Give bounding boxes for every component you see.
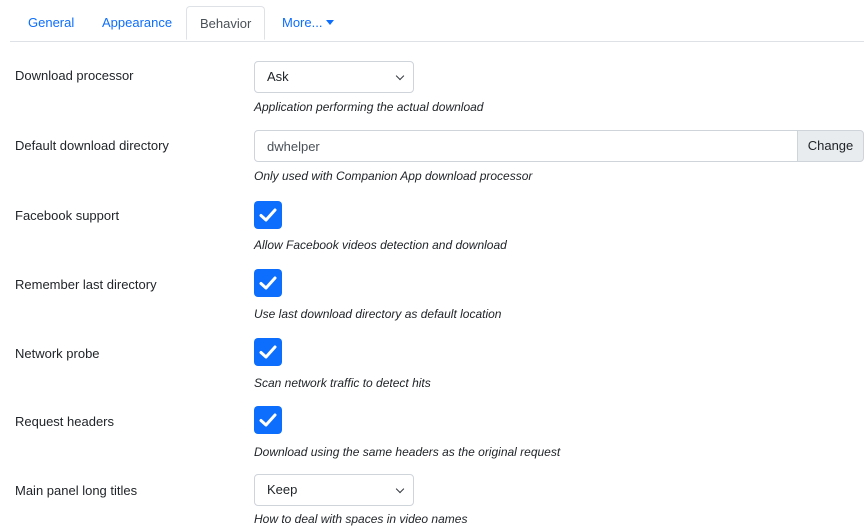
checkmark-icon bbox=[259, 345, 277, 359]
network-probe-checkbox[interactable] bbox=[254, 338, 282, 366]
request-headers-checkbox[interactable] bbox=[254, 406, 282, 434]
tab-more-label: More... bbox=[282, 15, 323, 30]
checkmark-icon bbox=[259, 276, 277, 290]
download-processor-select[interactable]: Ask bbox=[254, 61, 414, 93]
change-directory-button[interactable]: Change bbox=[797, 130, 864, 162]
default-directory-help: Only used with Companion App download pr… bbox=[254, 169, 533, 183]
tab-general[interactable]: General bbox=[28, 6, 74, 40]
default-directory-input[interactable] bbox=[254, 130, 798, 162]
main-panel-long-titles-select[interactable]: Keep bbox=[254, 474, 414, 506]
remember-last-directory-help: Use last download directory as default l… bbox=[254, 307, 502, 321]
settings-tabs: General Appearance Behavior More... bbox=[10, 6, 864, 42]
main-panel-long-titles-value: Keep bbox=[267, 482, 298, 497]
main-panel-long-titles-label: Main panel long titles bbox=[15, 483, 138, 498]
tab-behavior-label: Behavior bbox=[200, 16, 252, 31]
facebook-support-help: Allow Facebook videos detection and down… bbox=[254, 238, 507, 252]
facebook-support-checkbox[interactable] bbox=[254, 201, 282, 229]
facebook-support-label: Facebook support bbox=[15, 208, 120, 223]
remember-last-directory-checkbox[interactable] bbox=[254, 269, 282, 297]
network-probe-label: Network probe bbox=[15, 346, 100, 361]
default-directory-label: Default download directory bbox=[15, 138, 169, 153]
checkmark-icon bbox=[259, 413, 277, 427]
tab-appearance-label: Appearance bbox=[102, 15, 173, 30]
checkmark-icon bbox=[259, 208, 277, 222]
remember-last-directory-label: Remember last directory bbox=[15, 277, 157, 292]
download-processor-value: Ask bbox=[267, 69, 289, 84]
request-headers-label: Request headers bbox=[15, 414, 115, 429]
chevron-down-icon bbox=[395, 484, 405, 494]
tab-general-label: General bbox=[28, 15, 75, 30]
caret-down-icon bbox=[326, 20, 335, 26]
tab-behavior[interactable]: Behavior bbox=[186, 6, 266, 40]
download-processor-label: Download processor bbox=[15, 68, 134, 83]
chevron-down-icon bbox=[395, 71, 405, 81]
request-headers-help: Download using the same headers as the o… bbox=[254, 445, 561, 459]
download-processor-help: Application performing the actual downlo… bbox=[254, 100, 484, 114]
main-panel-long-titles-help: How to deal with spaces in video names bbox=[254, 512, 468, 526]
tab-more[interactable]: More... bbox=[282, 6, 335, 40]
network-probe-help: Scan network traffic to detect hits bbox=[254, 376, 431, 390]
tab-appearance[interactable]: Appearance bbox=[102, 6, 172, 40]
